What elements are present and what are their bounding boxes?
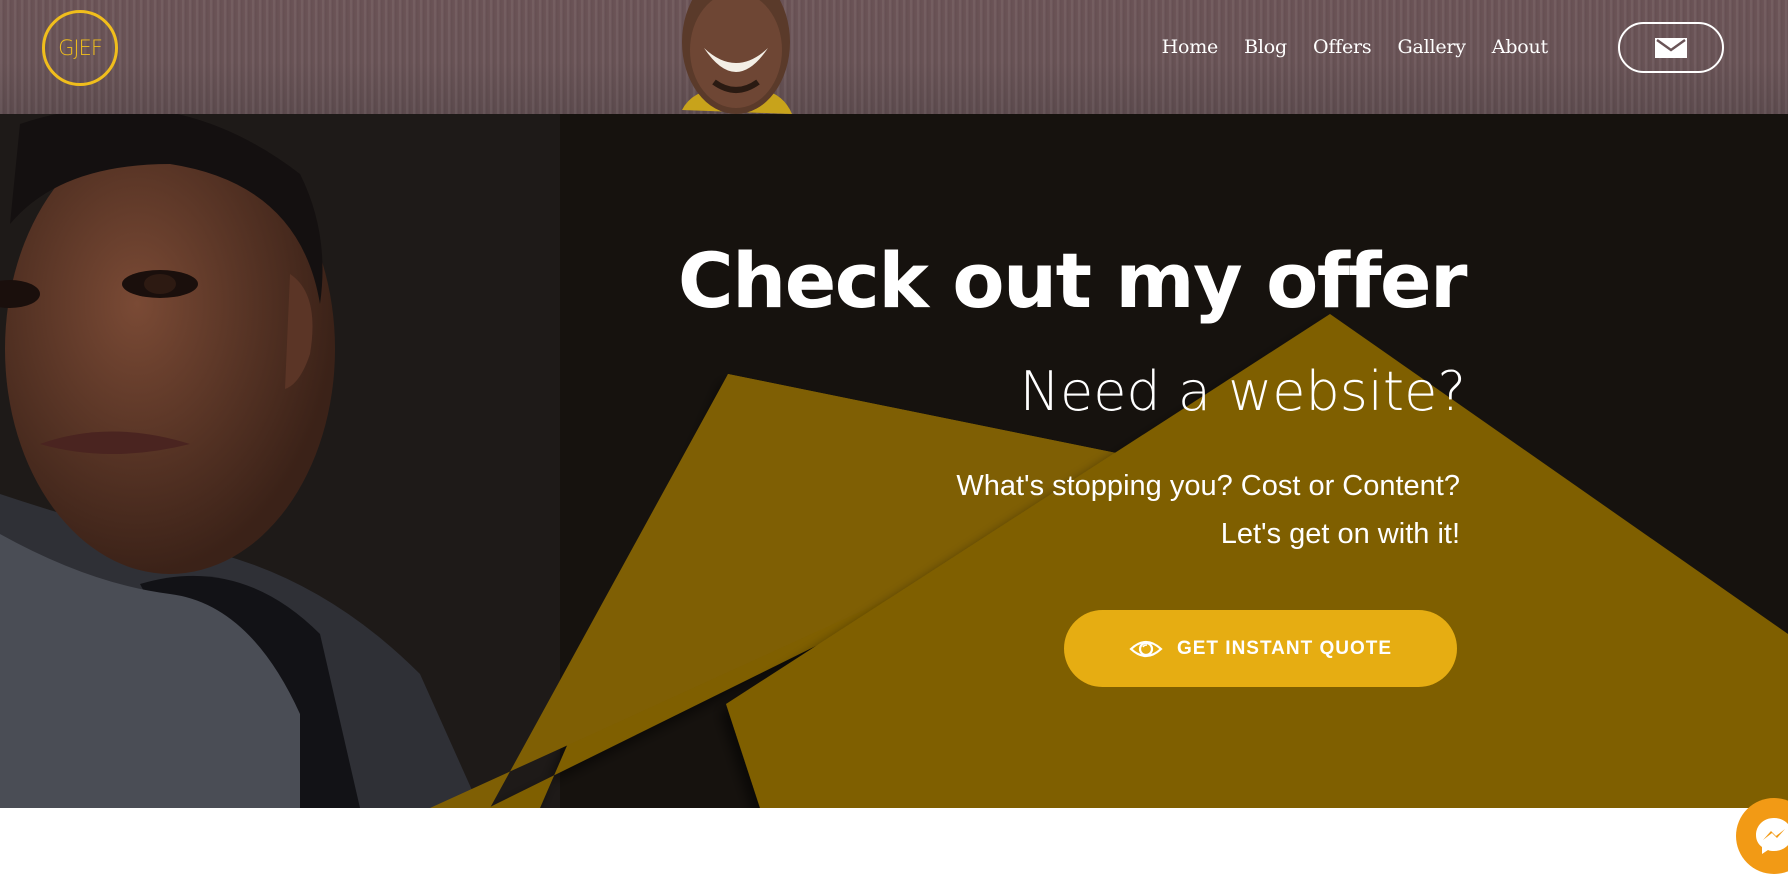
main-nav: Home Blog Offers Gallery About — [1162, 36, 1549, 58]
header-photo — [682, 0, 792, 114]
logo-text: GJEF — [58, 36, 103, 60]
get-instant-quote-button[interactable]: GET INSTANT QUOTE — [1064, 610, 1457, 687]
hero-text-line-2: Let's get on with it! — [1220, 518, 1460, 550]
envelope-icon — [1655, 37, 1687, 58]
hero-title: Check out my offer — [677, 236, 1468, 325]
site-header: GJEF Home Blog Offers Gallery About — [0, 0, 1788, 114]
logo[interactable]: GJEF — [42, 10, 118, 86]
quote-button-label: GET INSTANT QUOTE — [1176, 637, 1393, 659]
hero-section: Check out my offer Need a website? What'… — [0, 114, 1788, 808]
hero-background — [0, 114, 1788, 808]
messenger-chat-button[interactable] — [1736, 798, 1788, 874]
contact-mail-button[interactable] — [1618, 22, 1724, 73]
nav-blog[interactable]: Blog — [1244, 36, 1287, 58]
hero-portrait — [0, 114, 560, 808]
nav-gallery[interactable]: Gallery — [1397, 36, 1466, 58]
nav-about[interactable]: About — [1492, 36, 1548, 58]
nav-home[interactable]: Home — [1162, 36, 1219, 58]
hero-subtitle: Need a website? — [1019, 360, 1466, 423]
nav-offers[interactable]: Offers — [1313, 36, 1372, 58]
eye-icon — [1129, 640, 1163, 657]
messenger-icon — [1756, 818, 1788, 854]
hero-text-line-1: What's stopping you? Cost or Content? — [956, 470, 1460, 502]
